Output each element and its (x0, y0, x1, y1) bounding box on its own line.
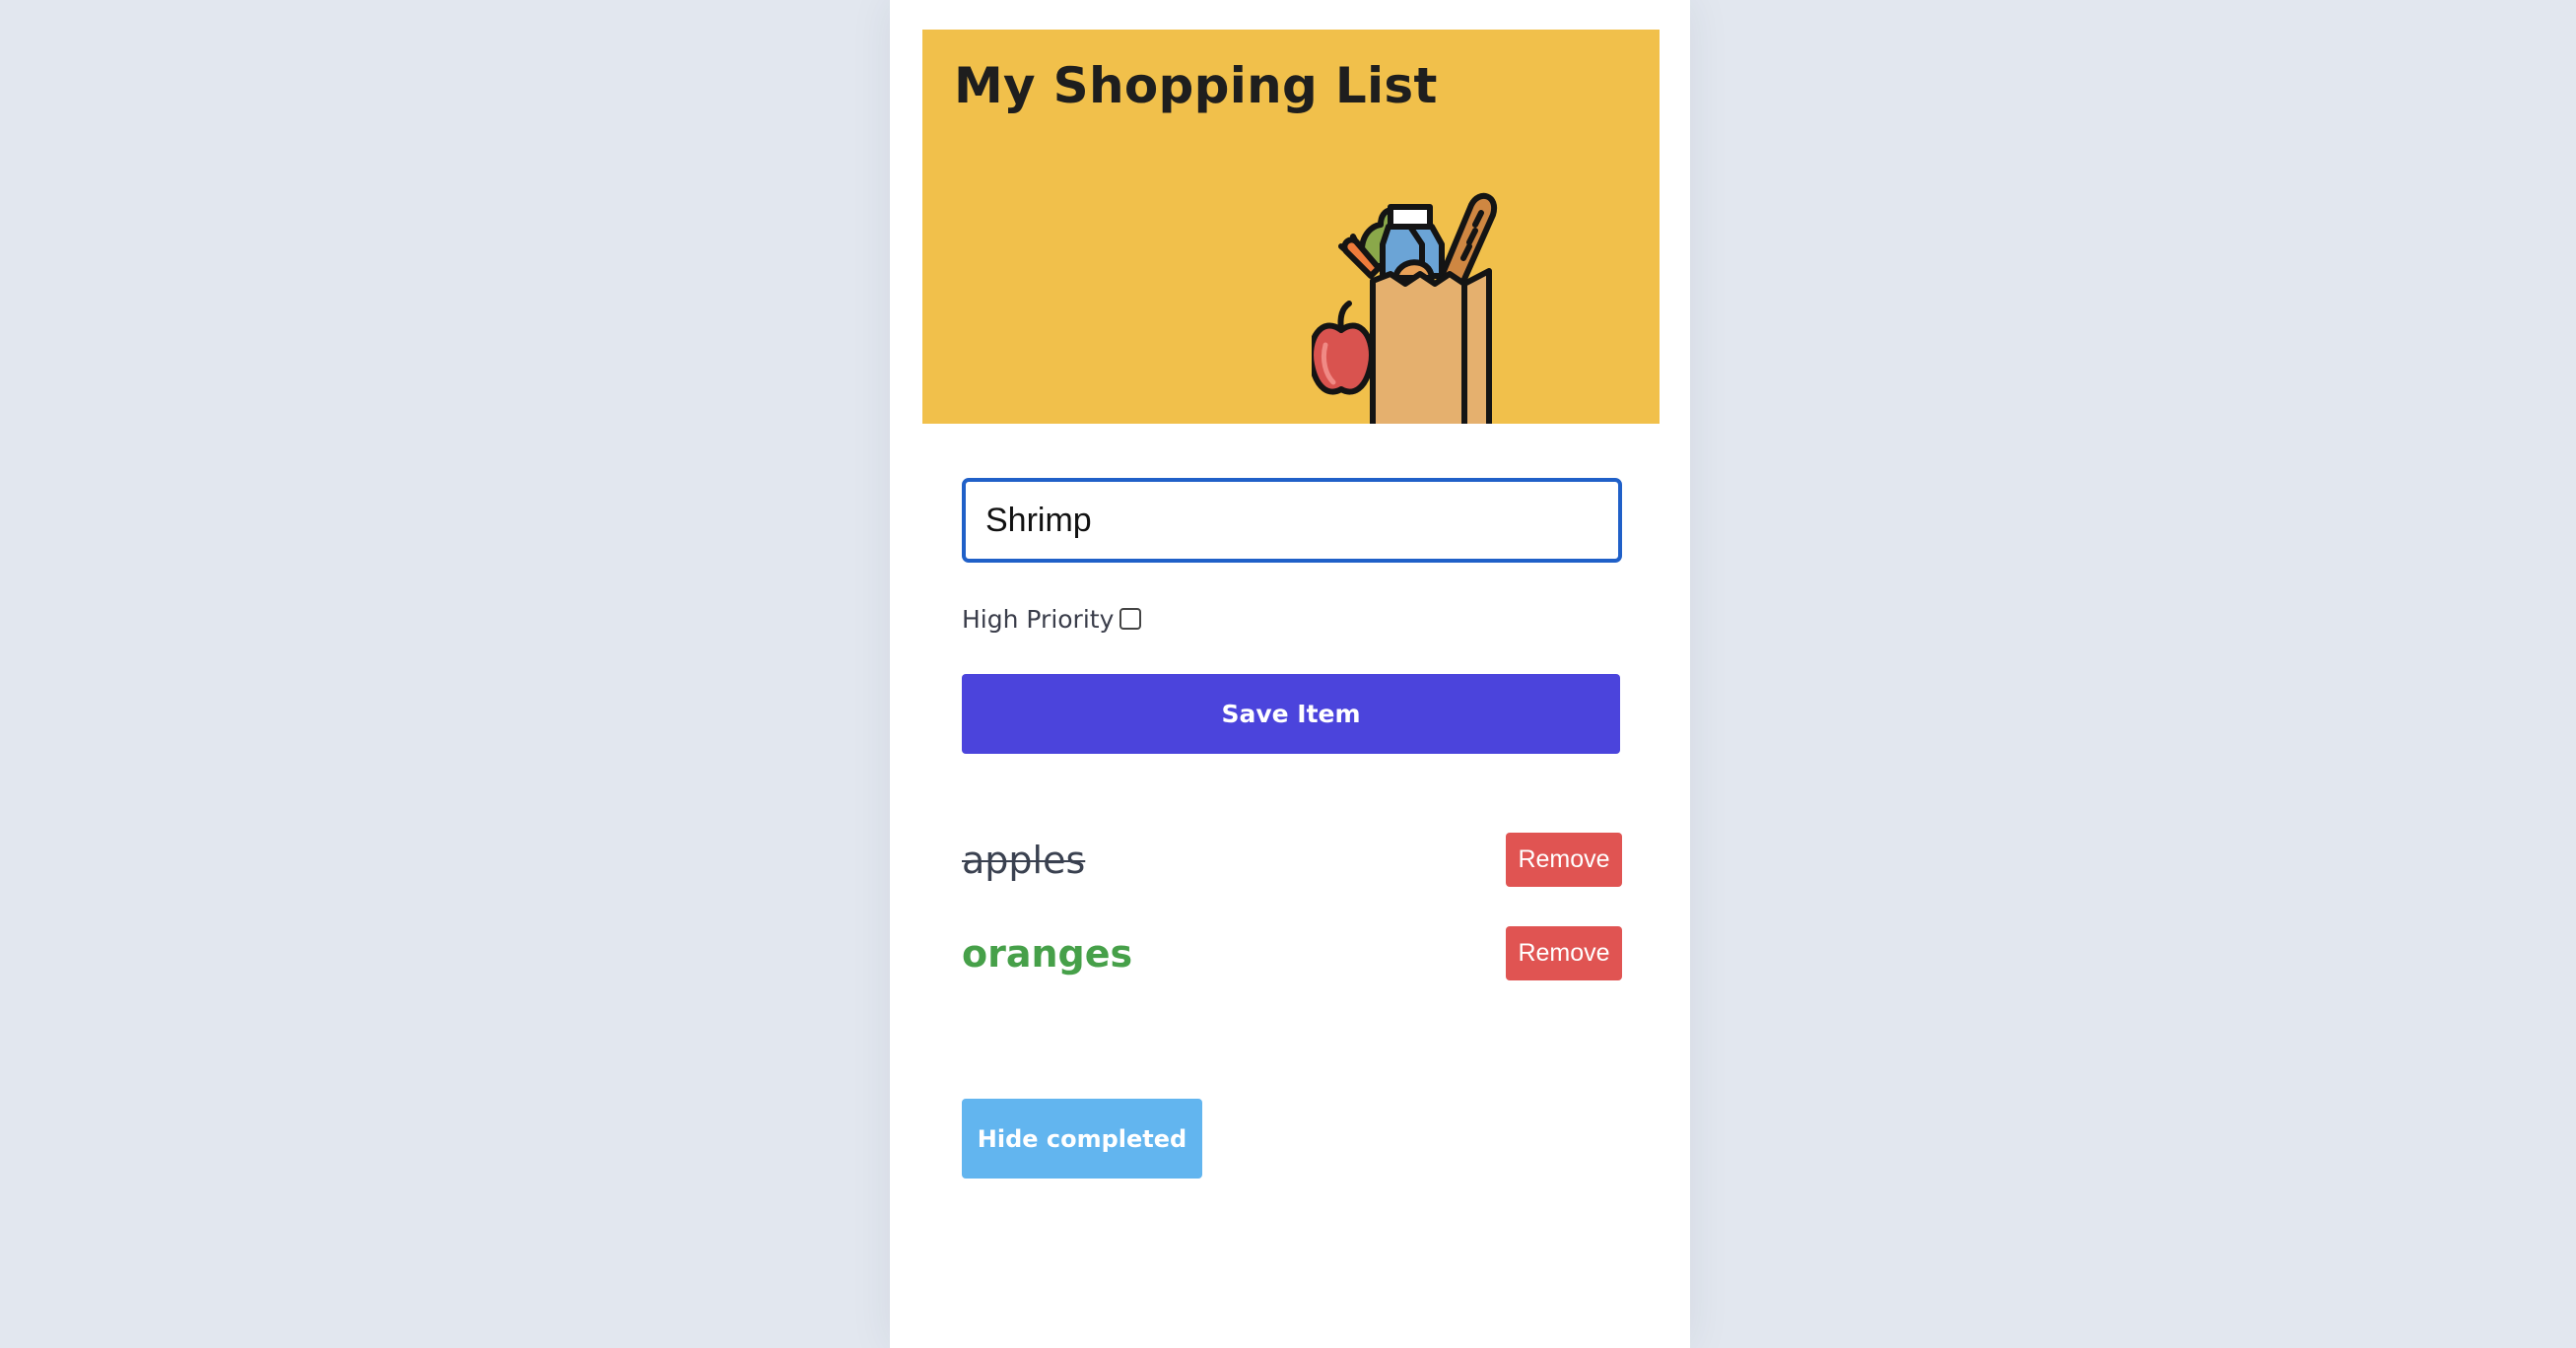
save-button[interactable]: Save Item (962, 674, 1620, 754)
list-item: oranges Remove (962, 926, 1622, 981)
hide-completed-button[interactable]: Hide completed (962, 1099, 1202, 1179)
priority-row: High Priority (962, 601, 1142, 637)
priority-label: High Priority (962, 604, 1115, 634)
item-name[interactable]: apples (962, 839, 1085, 882)
remove-button[interactable]: Remove (1506, 926, 1622, 980)
list-item: apples Remove (962, 833, 1622, 888)
header-banner: My Shopping List (922, 30, 1660, 424)
item-input[interactable] (962, 478, 1622, 563)
page-title: My Shopping List (954, 57, 1438, 114)
shopping-list-card: My Shopping List Shrimp High Priority Sa… (890, 0, 1690, 1348)
grocery-bag-icon (1312, 192, 1498, 424)
priority-checkbox[interactable] (1119, 608, 1142, 630)
remove-button[interactable]: Remove (1506, 833, 1622, 887)
item-name[interactable]: oranges (962, 932, 1132, 976)
